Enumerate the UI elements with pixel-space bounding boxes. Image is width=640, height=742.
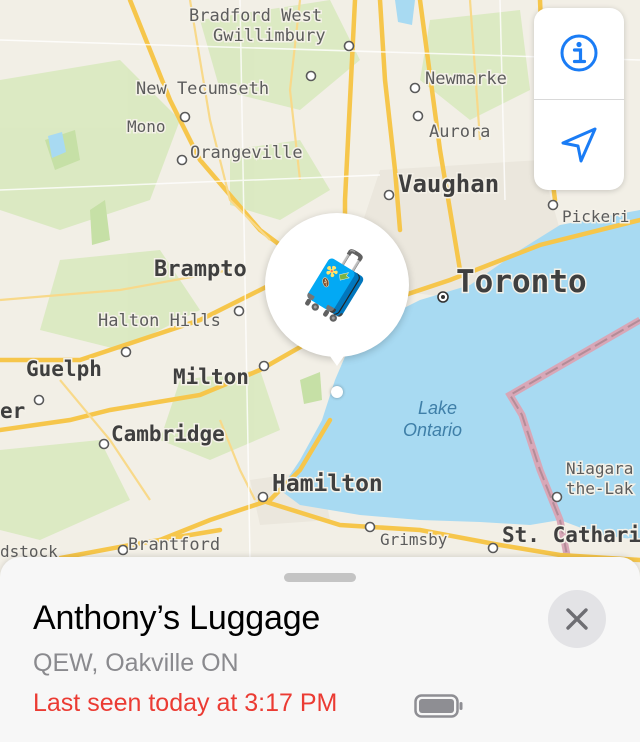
info-circle-icon <box>560 34 598 72</box>
city-label: Brampto <box>154 257 247 282</box>
item-location-dot <box>331 386 343 398</box>
location-arrow-icon <box>561 127 597 163</box>
pin-pointer <box>327 352 347 366</box>
city-label: St. Cathari <box>502 523 640 547</box>
close-button[interactable] <box>548 590 606 648</box>
city-label: Halton Hills <box>98 311 221 331</box>
item-title: Anthony’s Luggage <box>33 599 321 637</box>
city-label: New Tecumseth <box>136 79 269 99</box>
luggage-icon: 🧳 <box>295 248 379 322</box>
sheet-grabber[interactable] <box>284 573 356 582</box>
city-label: Orangeville <box>190 143 303 163</box>
city-label: Bradford West <box>189 6 322 26</box>
city-label: Niagara <box>566 459 633 478</box>
city-label: Mono <box>127 117 166 136</box>
info-button[interactable] <box>534 8 624 98</box>
city-label: Brantford <box>128 535 220 555</box>
item-detail-sheet: Anthony’s Luggage QEW, Oakville ON Last … <box>0 557 640 742</box>
battery-icon <box>414 694 463 718</box>
map-controls <box>534 8 624 190</box>
city-label: Grimsby <box>380 530 448 549</box>
city-label: Guelph <box>26 357 102 381</box>
city-label: Newmarke <box>425 69 507 89</box>
item-map-pin[interactable]: 🧳 <box>265 213 409 357</box>
city-label: Hamilton <box>272 471 383 497</box>
item-address: QEW, Oakville ON <box>33 649 239 677</box>
city-label: Vaughan <box>398 170 499 198</box>
city-label: Cambridge <box>111 422 225 446</box>
last-seen-status: Last seen today at 3:17 PM <box>33 689 338 717</box>
location-button[interactable] <box>534 100 624 190</box>
city-label: Gwillimbury <box>213 26 326 46</box>
city-label: er <box>0 399 25 423</box>
close-icon <box>566 608 588 630</box>
lake-label: Ontario <box>403 420 462 440</box>
city-label: Toronto <box>456 264 587 300</box>
city-label: Milton <box>173 365 249 389</box>
city-label: Pickeri <box>562 207 629 226</box>
lake-label: Lake <box>418 398 457 418</box>
city-label: Aurora <box>429 122 490 142</box>
city-label: the-Lak <box>566 479 634 498</box>
